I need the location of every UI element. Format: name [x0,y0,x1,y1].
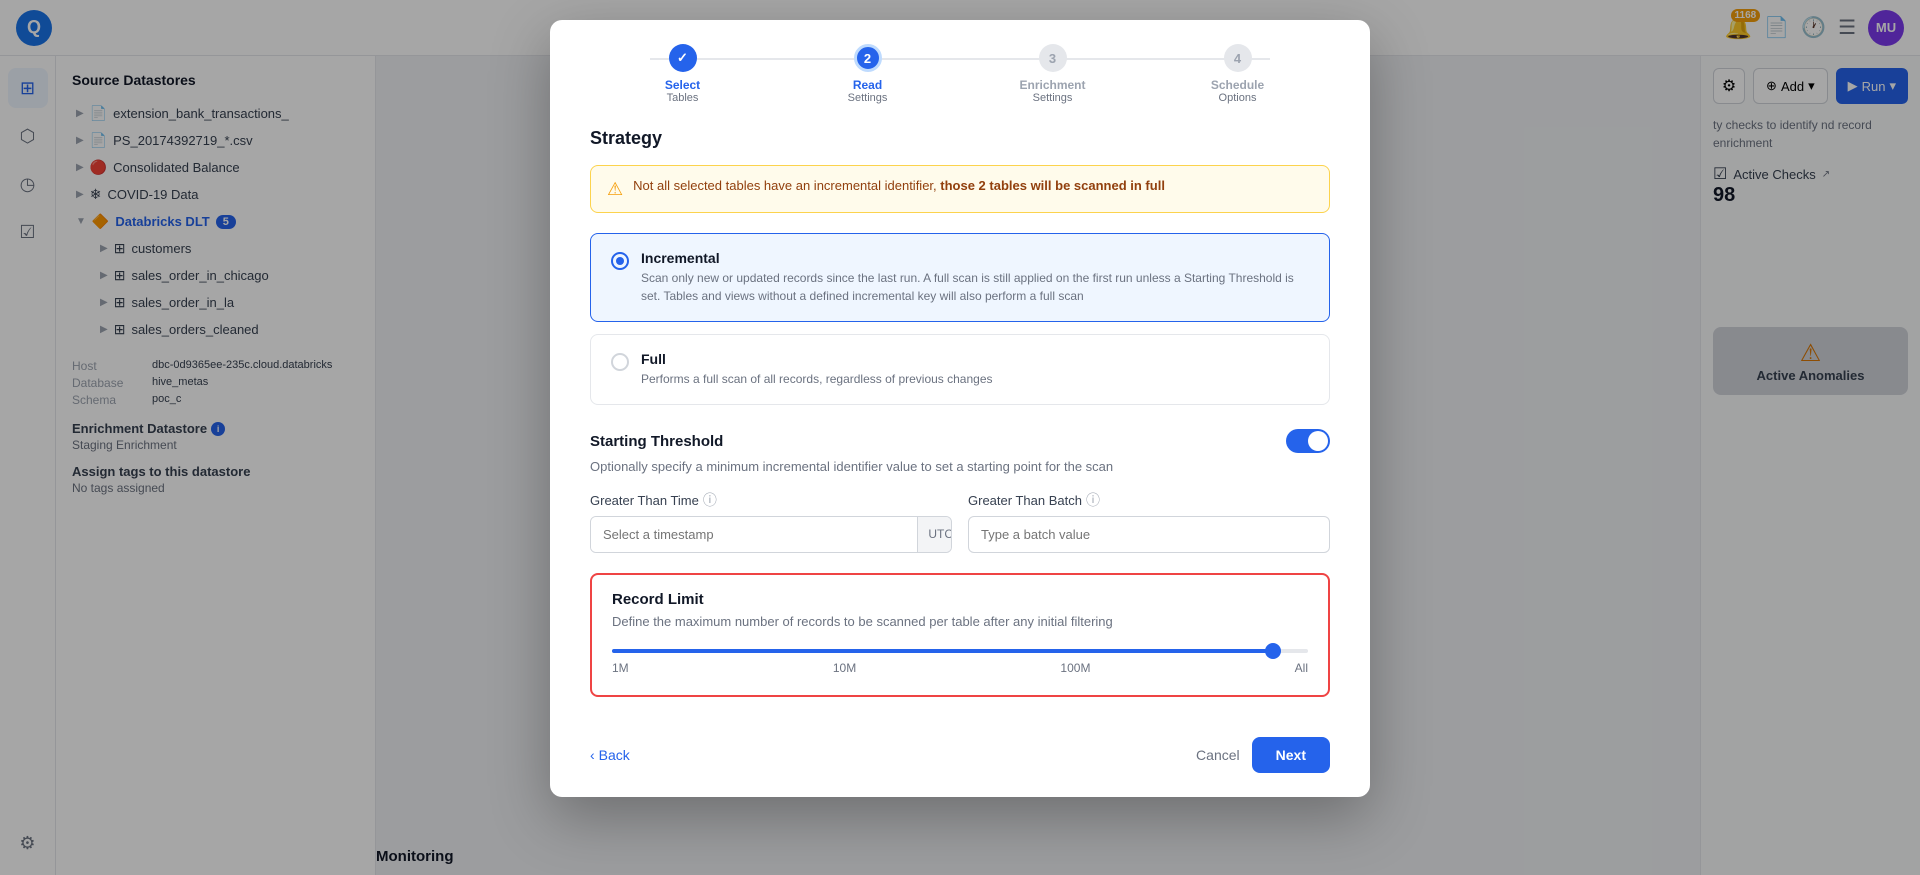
step-label-3: Enrichment [1019,78,1085,92]
batch-input[interactable] [968,516,1330,553]
step-sublabel-1: Tables [667,92,699,104]
option-incremental-desc: Scan only new or updated records since t… [641,269,1309,305]
threshold-toggle[interactable] [1286,429,1330,453]
step-circle-3: 3 [1039,44,1067,72]
time-help-icon: ⓘ [703,490,717,510]
step-enrichment[interactable]: 3 Enrichment Settings [960,44,1145,104]
modal: ✓ Select Tables 2 Read Settings 3 Enrich… [550,20,1370,797]
step-schedule[interactable]: 4 Schedule Options [1145,44,1330,104]
step-label-2: Read [853,78,882,92]
step-circle-4: 4 [1224,44,1252,72]
step-circle-1: ✓ [669,44,697,72]
footer-right: Cancel Next [1196,737,1330,773]
slider-label-1m: 1M [612,661,629,675]
strategy-title: Strategy [590,128,1330,149]
wizard-steps: ✓ Select Tables 2 Read Settings 3 Enrich… [550,20,1370,104]
option-full-desc: Performs a full scan of all records, reg… [641,370,993,388]
batch-help-icon: ⓘ [1086,490,1100,510]
option-full[interactable]: Full Performs a full scan of all records… [590,334,1330,405]
modal-overlay: ✓ Select Tables 2 Read Settings 3 Enrich… [0,0,1920,875]
batch-input-group: Greater Than Batch ⓘ [968,490,1330,553]
slider-labels: 1M 10M 100M All [612,661,1308,675]
slider-fill [612,649,1273,653]
step-label-1: Select [665,78,700,92]
record-limit-slider-container: 1M 10M 100M All [612,645,1308,679]
warning-banner: ⚠ Not all selected tables have an increm… [590,165,1330,213]
threshold-desc: Optionally specify a minimum incremental… [590,459,1330,474]
timestamp-input[interactable] [591,517,917,552]
next-button[interactable]: Next [1252,737,1330,773]
slider-label-100m: 100M [1060,661,1090,675]
slider-label-all: All [1295,661,1308,675]
step-sublabel-4: Options [1219,92,1257,104]
step-label-4: Schedule [1211,78,1264,92]
record-limit-title: Record Limit [612,591,1308,608]
utc-badge: UTC [917,517,952,552]
step-read-settings[interactable]: 2 Read Settings [775,44,960,104]
radio-incremental[interactable] [611,252,629,270]
option-incremental-label: Incremental [641,250,1309,266]
cancel-button[interactable]: Cancel [1196,747,1240,763]
step-circle-2: 2 [854,44,882,72]
back-button[interactable]: ‹ Back [590,747,630,763]
threshold-inputs: Greater Than Time ⓘ UTC Greater Than Bat… [590,490,1330,553]
step-sublabel-3: Settings [1033,92,1073,104]
radio-full[interactable] [611,353,629,371]
threshold-title: Starting Threshold [590,433,723,450]
step-select-tables[interactable]: ✓ Select Tables [590,44,775,104]
step-sublabel-2: Settings [848,92,888,104]
warning-text: Not all selected tables have an incremen… [633,178,1165,193]
record-limit-desc: Define the maximum number of records to … [612,614,1308,629]
slider-label-10m: 10M [833,661,856,675]
option-incremental[interactable]: Incremental Scan only new or updated rec… [590,233,1330,322]
time-input-group: Greater Than Time ⓘ UTC [590,490,952,553]
threshold-section: Starting Threshold Optionally specify a … [590,429,1330,553]
option-full-label: Full [641,351,993,367]
warning-icon: ⚠ [607,179,623,200]
time-input-label: Greater Than Time ⓘ [590,490,952,510]
batch-input-label: Greater Than Batch ⓘ [968,490,1330,510]
slider-track [612,649,1308,653]
modal-body: Strategy ⚠ Not all selected tables have … [550,104,1370,721]
modal-footer: ‹ Back Cancel Next [550,721,1370,797]
record-limit-section: Record Limit Define the maximum number o… [590,573,1330,697]
slider-thumb[interactable] [1265,643,1281,659]
threshold-header: Starting Threshold [590,429,1330,453]
